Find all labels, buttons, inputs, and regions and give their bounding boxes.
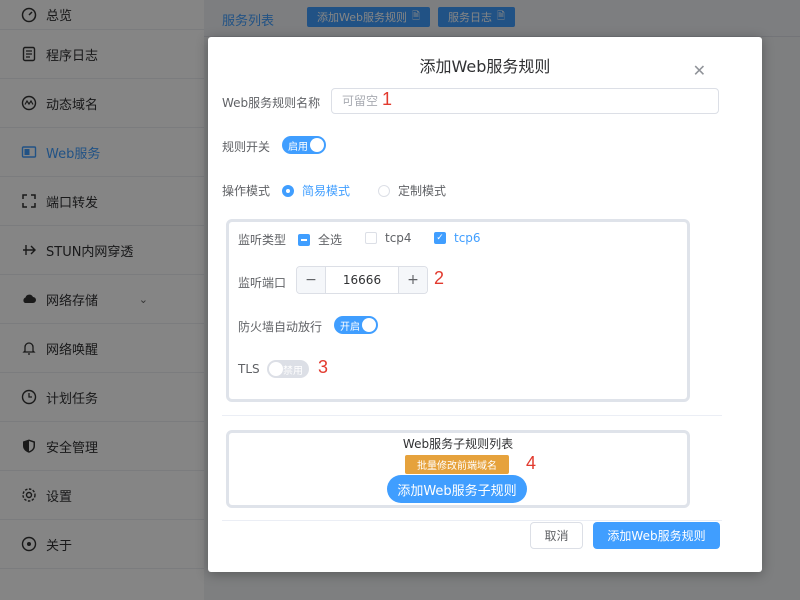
batch-edit-domain-button[interactable]: 批量修改前端域名 (405, 455, 509, 474)
check-icon: ✓ (434, 232, 446, 244)
switch-knob (310, 138, 324, 152)
divider (222, 520, 722, 521)
checkbox-label: tcp4 (385, 231, 412, 245)
annotation-marker: 3 (318, 357, 329, 377)
switch-knob (269, 362, 283, 376)
firewall-label: 防火墙自动放行 (238, 320, 323, 334)
add-web-rule-dialog: 添加Web服务规则 ✕ Web服务规则名称 1 规则开关 启用 操作模式 简易模… (208, 37, 762, 572)
tcp4-checkbox[interactable]: tcp4 (365, 231, 412, 245)
radio-dot (282, 184, 294, 197)
sub-rules-title: Web服务子规则列表 (402, 437, 514, 451)
switch-text: 开启 (340, 321, 360, 333)
firewall-switch[interactable]: 开启 (334, 316, 378, 334)
mode-label: 操作模式 (222, 184, 271, 198)
port-increment-button[interactable]: + (398, 267, 427, 293)
checkbox-box (298, 233, 310, 246)
mode-custom-radio[interactable]: 定制模式 (378, 182, 446, 199)
radio-dot (378, 184, 390, 197)
dialog-title: 添加Web服务规则 (419, 57, 551, 76)
tls-switch[interactable]: 禁用 (267, 360, 309, 378)
close-icon[interactable]: ✕ (693, 61, 706, 80)
annotation-marker: 4 (526, 453, 537, 473)
port-decrement-button[interactable]: − (297, 267, 326, 293)
divider (222, 415, 722, 416)
submit-button[interactable]: 添加Web服务规则 (593, 522, 720, 549)
mode-simple-radio[interactable]: 简易模式 (282, 182, 350, 199)
annotation-marker: 1 (382, 89, 393, 109)
radio-label: 简易模式 (302, 184, 351, 198)
rule-enable-switch[interactable]: 启用 (282, 136, 326, 154)
port-value[interactable]: 16666 (326, 267, 398, 293)
listen-type-label: 监听类型 (238, 233, 287, 247)
switch-knob (362, 318, 376, 332)
switch-text: 禁用 (283, 365, 303, 377)
add-sub-rule-button[interactable]: 添加Web服务子规则 (387, 475, 527, 503)
tcp6-checkbox[interactable]: ✓ tcp6 (434, 231, 481, 245)
rule-switch-label: 规则开关 (222, 140, 271, 154)
port-stepper[interactable]: − 16666 + (296, 266, 428, 294)
switch-text: 启用 (288, 141, 308, 153)
tls-label: TLS (238, 362, 260, 376)
checkbox-label: tcp6 (454, 231, 481, 245)
select-all-checkbox[interactable]: 全选 (298, 231, 342, 248)
radio-label: 定制模式 (398, 184, 447, 198)
checkbox-label: 全选 (318, 233, 343, 247)
cancel-button[interactable]: 取消 (530, 522, 583, 549)
rule-name-label: Web服务规则名称 (222, 96, 321, 110)
listen-port-label: 监听端口 (238, 276, 287, 290)
checkbox-box (365, 232, 377, 244)
annotation-marker: 2 (434, 268, 445, 288)
